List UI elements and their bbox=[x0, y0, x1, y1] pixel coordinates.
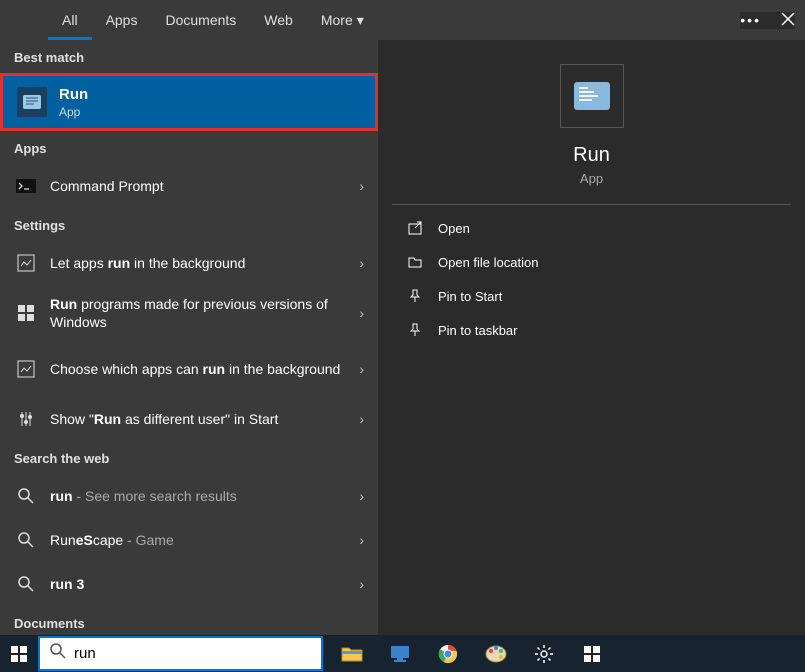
section-settings: Settings bbox=[0, 208, 378, 241]
preview-panel: Run App Open Open file location Pin to bbox=[378, 40, 805, 635]
search-filter-tabs: All Apps Documents Web More ▾ ••• bbox=[0, 0, 805, 40]
chevron-right-icon: › bbox=[359, 305, 364, 321]
result-label: Show "Run as different user" in Start bbox=[50, 410, 359, 428]
tab-documents[interactable]: Documents bbox=[151, 0, 250, 40]
action-label: Open bbox=[438, 221, 470, 236]
section-apps: Apps bbox=[0, 131, 378, 164]
section-best-match: Best match bbox=[0, 40, 378, 73]
run-icon bbox=[17, 87, 47, 117]
action-label: Pin to taskbar bbox=[438, 323, 518, 338]
more-options-icon[interactable]: ••• bbox=[740, 12, 761, 28]
pin-icon bbox=[406, 289, 424, 303]
taskbar-explorer[interactable] bbox=[329, 635, 375, 672]
chevron-right-icon: › bbox=[359, 361, 364, 377]
search-input[interactable] bbox=[74, 645, 311, 662]
sliders-icon bbox=[14, 407, 38, 431]
action-pin-start[interactable]: Pin to Start bbox=[378, 279, 805, 313]
search-icon bbox=[50, 643, 66, 664]
best-match-item[interactable]: Run App bbox=[0, 73, 378, 131]
taskbar-monitor[interactable] bbox=[377, 635, 423, 672]
tab-more-label: More bbox=[321, 12, 353, 28]
folder-icon bbox=[406, 255, 424, 269]
result-label: RuneScape - Game bbox=[50, 531, 359, 549]
taskbar bbox=[0, 635, 805, 672]
web-result-runescape[interactable]: RuneScape - Game › bbox=[0, 518, 378, 562]
taskbar-chrome[interactable] bbox=[425, 635, 471, 672]
action-open-location[interactable]: Open file location bbox=[378, 245, 805, 279]
preview-sub: App bbox=[580, 171, 603, 186]
tab-apps[interactable]: Apps bbox=[92, 0, 152, 40]
chevron-right-icon: › bbox=[359, 576, 364, 592]
preview-icon bbox=[560, 64, 624, 128]
action-pin-taskbar[interactable]: Pin to taskbar bbox=[378, 313, 805, 347]
action-label: Pin to Start bbox=[438, 289, 502, 304]
chevron-right-icon: › bbox=[359, 532, 364, 548]
chevron-right-icon: › bbox=[359, 178, 364, 194]
chevron-right-icon: › bbox=[359, 411, 364, 427]
close-icon[interactable] bbox=[781, 12, 795, 29]
chevron-down-icon: ▾ bbox=[357, 12, 364, 29]
tab-all[interactable]: All bbox=[48, 0, 92, 40]
start-button[interactable] bbox=[0, 635, 38, 672]
result-label: Let apps run in the background bbox=[50, 254, 359, 272]
best-match-title: Run bbox=[59, 86, 88, 103]
taskbar-security[interactable] bbox=[569, 635, 615, 672]
results-panel: Best match Run App Apps Command Prompt › bbox=[0, 40, 378, 635]
tab-web[interactable]: Web bbox=[250, 0, 307, 40]
settings-icon bbox=[14, 251, 38, 275]
section-documents: Documents bbox=[0, 606, 378, 635]
result-run-as-user[interactable]: Show "Run as different user" in Start › bbox=[0, 397, 378, 441]
result-label: Run programs made for previous versions … bbox=[50, 295, 359, 331]
cmd-icon bbox=[14, 174, 38, 198]
search-icon bbox=[14, 484, 38, 508]
taskbar-settings[interactable] bbox=[521, 635, 567, 672]
search-icon bbox=[14, 572, 38, 596]
action-open[interactable]: Open bbox=[378, 211, 805, 245]
result-label: run 3 bbox=[50, 575, 359, 593]
action-label: Open file location bbox=[438, 255, 538, 270]
result-compat-troubleshooter[interactable]: Run programs made for previous versions … bbox=[0, 285, 378, 341]
settings-icon bbox=[14, 357, 38, 381]
preview-title: Run bbox=[573, 144, 610, 167]
result-background-apps[interactable]: Let apps run in the background › bbox=[0, 241, 378, 285]
taskbar-paint[interactable] bbox=[473, 635, 519, 672]
chevron-right-icon: › bbox=[359, 488, 364, 504]
web-result-run[interactable]: run - See more search results › bbox=[0, 474, 378, 518]
result-label: Command Prompt bbox=[50, 177, 359, 195]
programs-icon bbox=[14, 301, 38, 325]
taskbar-search[interactable] bbox=[38, 636, 323, 671]
section-web: Search the web bbox=[0, 441, 378, 474]
result-command-prompt[interactable]: Command Prompt › bbox=[0, 164, 378, 208]
chevron-right-icon: › bbox=[359, 255, 364, 271]
tab-more[interactable]: More ▾ bbox=[307, 0, 378, 40]
search-icon bbox=[14, 528, 38, 552]
open-icon bbox=[406, 221, 424, 235]
pin-icon bbox=[406, 323, 424, 337]
best-match-sub: App bbox=[59, 105, 88, 119]
result-choose-background-apps[interactable]: Choose which apps can run in the backgro… bbox=[0, 341, 378, 397]
result-label: run - See more search results bbox=[50, 487, 359, 505]
web-result-run3[interactable]: run 3 › bbox=[0, 562, 378, 606]
result-label: Choose which apps can run in the backgro… bbox=[50, 360, 359, 378]
